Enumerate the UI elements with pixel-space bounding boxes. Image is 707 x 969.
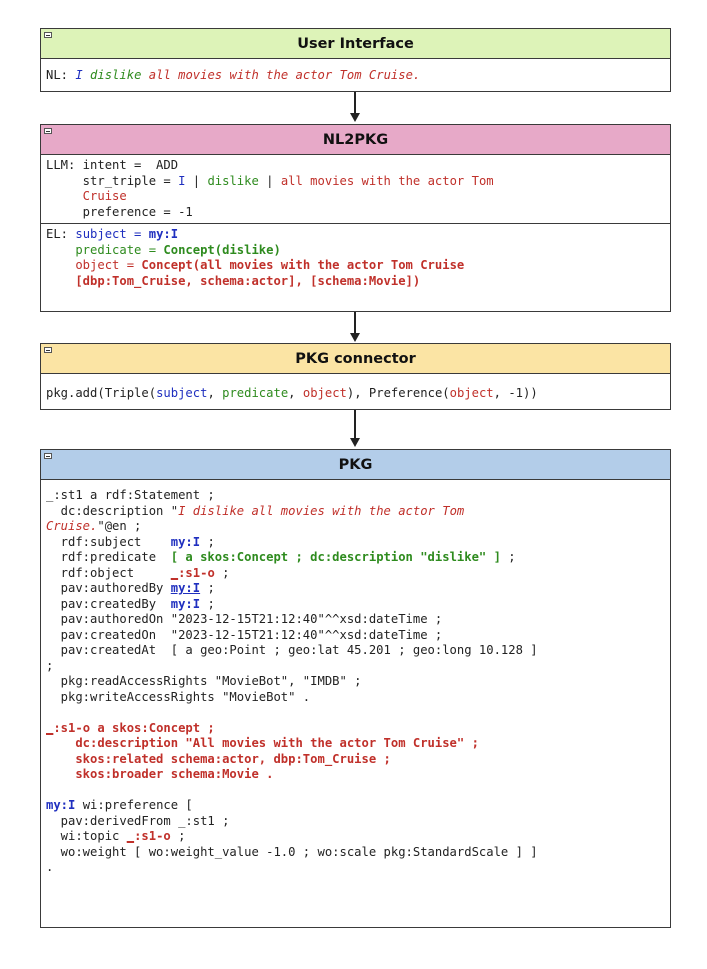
collapse-icon[interactable]	[44, 347, 52, 353]
arrow-head	[350, 113, 360, 122]
nl2pkg-box: NL2PKG LLM: intent = ADD str_triple = I …	[40, 124, 671, 312]
pkg-connector-header: PKG connector	[41, 344, 670, 374]
nl2pkg-header: NL2PKG	[41, 125, 670, 155]
collapse-icon[interactable]	[44, 453, 52, 459]
pkg-turtle-code: _:st1 a rdf:Statement ; dc:description "…	[46, 488, 538, 874]
arrow-connector	[354, 312, 356, 334]
arrow-connector	[354, 410, 356, 440]
user-interface-header: User Interface	[41, 29, 670, 59]
box-title: NL2PKG	[322, 131, 389, 148]
pkg-box: PKG _:st1 a rdf:Statement ; dc:descripti…	[40, 449, 671, 928]
arrow-head	[350, 333, 360, 342]
collapse-icon[interactable]	[44, 128, 52, 134]
arrow-connector	[354, 92, 356, 114]
collapse-icon[interactable]	[44, 32, 52, 38]
box-title: PKG connector	[295, 350, 416, 367]
user-interface-box: User Interface NL: I dislike all movies …	[40, 28, 671, 92]
pkg-header: PKG	[41, 450, 670, 480]
box-title: User Interface	[297, 35, 414, 52]
arrow-head	[350, 438, 360, 447]
box-title: PKG	[338, 456, 373, 473]
nl-input-text: NL: I dislike all movies with the actor …	[46, 68, 421, 82]
llm-section: LLM: intent = ADD str_triple = I | disli…	[46, 158, 494, 219]
el-section: EL: subject = my:I predicate = Concept(d…	[41, 223, 670, 292]
pkg-connector-box: PKG connector pkg.add(Triple(subject, pr…	[40, 343, 671, 410]
connector-code: pkg.add(Triple(subject, predicate, objec…	[46, 386, 538, 400]
